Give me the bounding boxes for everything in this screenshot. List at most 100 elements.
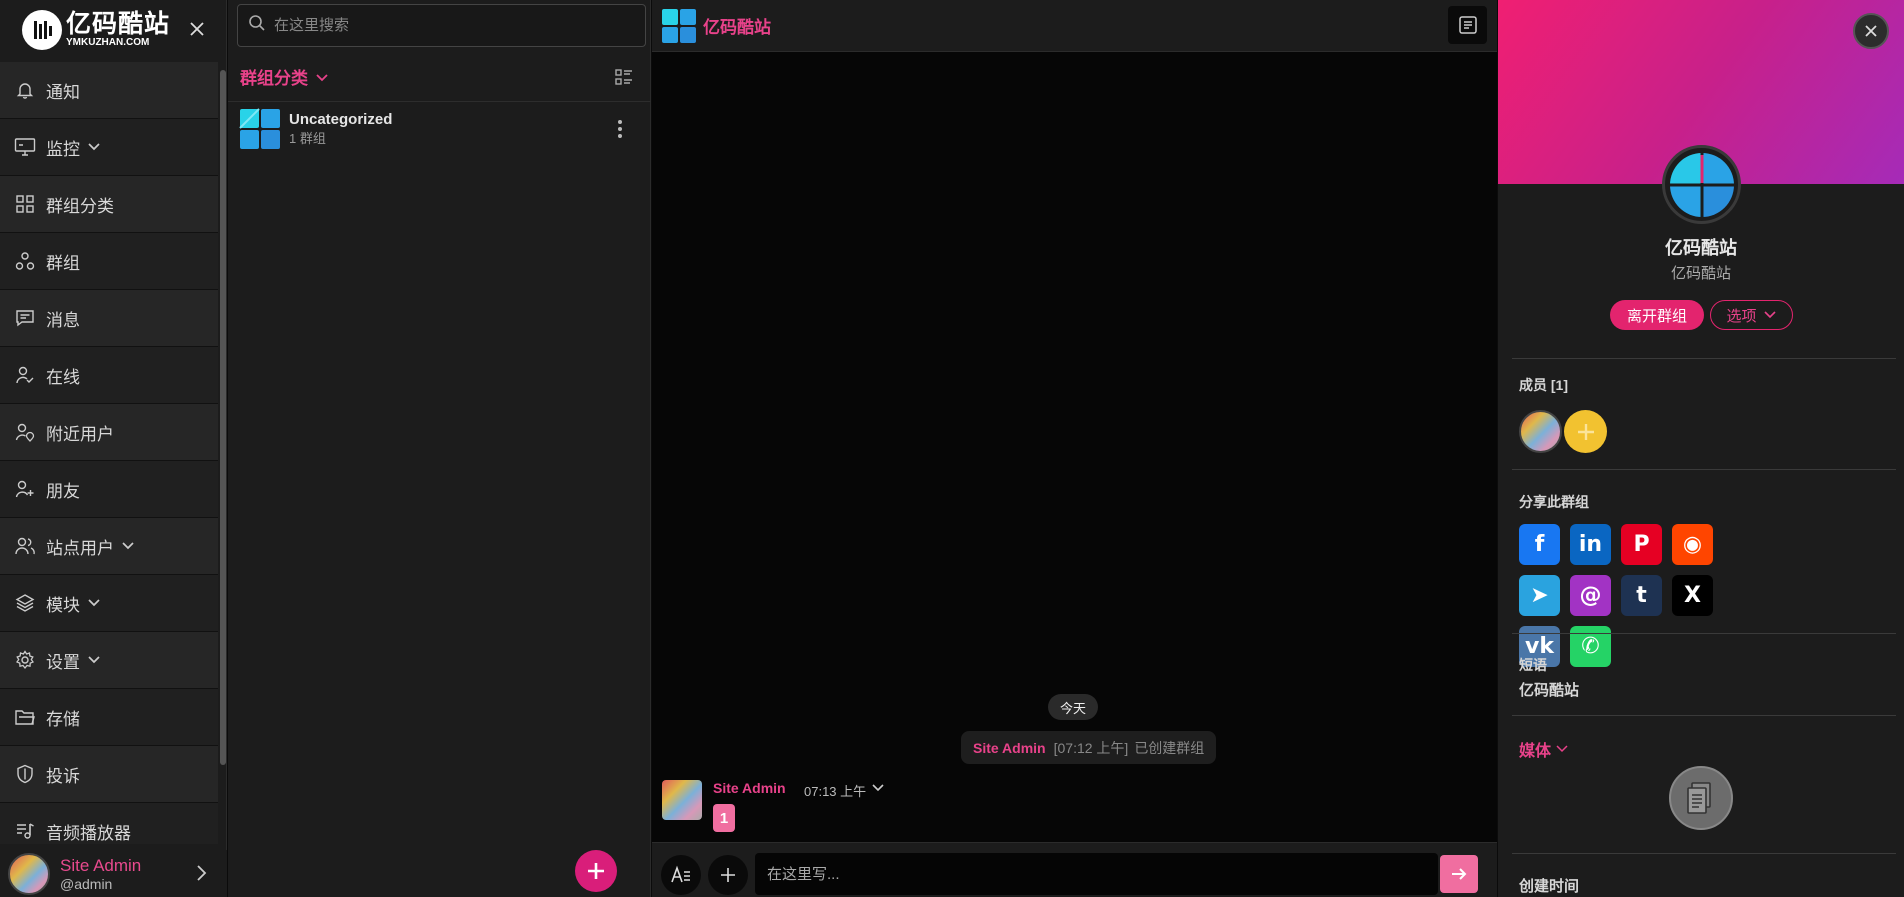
- notes-button[interactable]: [1448, 6, 1487, 44]
- pinterest-share-button[interactable]: P: [1621, 524, 1662, 565]
- chevron-down-icon: [1763, 308, 1777, 322]
- folder-icon: [14, 706, 36, 728]
- message-input[interactable]: [755, 853, 1438, 895]
- sidebar-item-label: 在线: [46, 367, 80, 387]
- sidebar-item-label: 消息: [46, 310, 80, 330]
- sidebar-item-label: 附近用户: [46, 424, 114, 444]
- sidebar-item-label: 模块: [46, 595, 80, 615]
- leave-group-button[interactable]: 离开群组: [1610, 300, 1704, 330]
- system-message-time: [07:12 上午]: [1053, 739, 1129, 756]
- avatar[interactable]: [1519, 410, 1562, 453]
- chevron-down-icon[interactable]: [86, 139, 102, 155]
- group-avatar[interactable]: [1662, 145, 1741, 224]
- sidebar-item-8[interactable]: 站点用户: [0, 518, 218, 575]
- threads-icon: @: [1579, 583, 1602, 608]
- sidebar-nav: 通知 监控 群组分类 群组消息在线附近用户朋友 站点用户模块设置 存储 投诉 音频播放器: [0, 62, 218, 844]
- chevron-down-icon[interactable]: [120, 538, 136, 554]
- arrow-right-icon: [1452, 868, 1467, 880]
- tumblr-icon: t: [1636, 583, 1647, 608]
- brand-logo[interactable]: 亿码酷站 YMKUZHAN.COM: [0, 0, 226, 60]
- avatar[interactable]: [662, 780, 702, 820]
- options-label: 选项: [1726, 307, 1757, 325]
- divider: [1512, 469, 1896, 470]
- triangle-nodes-icon: [14, 250, 36, 272]
- sidebar-item-3[interactable]: 群组: [0, 233, 218, 290]
- sidebar-item-5[interactable]: 在线: [0, 347, 218, 404]
- users-icon: [14, 535, 36, 557]
- chat-title[interactable]: 亿码酷站: [703, 13, 771, 38]
- sidebar-item-1[interactable]: 监控: [0, 119, 218, 176]
- chevron-down-icon[interactable]: [86, 652, 102, 668]
- divider: [1512, 633, 1896, 634]
- threads-share-button[interactable]: @: [1570, 575, 1611, 616]
- category-name: Uncategorized: [289, 111, 393, 128]
- attach-button[interactable]: [708, 855, 748, 895]
- facebook-share-button[interactable]: f: [1519, 524, 1560, 565]
- linkedin-share-button[interactable]: in: [1570, 524, 1611, 565]
- list-view-icon[interactable]: [614, 67, 634, 87]
- reddit-share-button[interactable]: ◉: [1672, 524, 1713, 565]
- sidebar: 亿码酷站 YMKUZHAN.COM 通知 监控 群组分类 群组消息在线附近用户朋友 站点…: [0, 0, 227, 897]
- search-input[interactable]: [274, 17, 634, 34]
- options-button[interactable]: 选项: [1710, 300, 1793, 330]
- member-list: [1519, 410, 1607, 453]
- close-button[interactable]: [1853, 13, 1889, 49]
- close-sidebar-icon[interactable]: [186, 18, 208, 40]
- plus-icon: [588, 863, 604, 879]
- share-title: 分享此群组: [1519, 494, 1589, 510]
- group-subtitle: 亿码酷站: [1670, 265, 1731, 282]
- monitor-icon: [14, 136, 36, 158]
- sidebar-item-6[interactable]: 附近用户: [0, 404, 218, 461]
- sidebar-item-2[interactable]: 群组分类: [0, 176, 218, 233]
- text-format-button[interactable]: [661, 855, 701, 895]
- chevron-right-icon[interactable]: [192, 864, 210, 882]
- media-title: 媒体: [1519, 743, 1552, 760]
- group-logo-icon: [1667, 150, 1736, 219]
- send-button[interactable]: [1440, 855, 1478, 893]
- reddit-icon: ◉: [1682, 532, 1703, 557]
- sidebar-item-0[interactable]: 通知: [0, 62, 218, 119]
- add-category-button[interactable]: [575, 850, 617, 892]
- category-dropdown[interactable]: 群组分类: [240, 64, 308, 89]
- system-message-user[interactable]: Site Admin: [973, 740, 1046, 756]
- avatar[interactable]: [8, 852, 50, 895]
- add-member-button[interactable]: [1564, 410, 1607, 453]
- category-count: 1 群组: [289, 131, 326, 146]
- telegram-share-button[interactable]: ➤: [1519, 575, 1560, 616]
- x-share-button[interactable]: X: [1672, 575, 1713, 616]
- system-message: Site Admin [07:12 上午] 已创建群组: [961, 731, 1217, 764]
- sidebar-item-9[interactable]: 模块: [0, 575, 218, 632]
- sidebar-item-7[interactable]: 朋友: [0, 461, 218, 518]
- user-handle: @admin: [60, 875, 113, 892]
- tumblr-share-button[interactable]: t: [1621, 575, 1662, 616]
- message-author[interactable]: Site Admin: [713, 780, 786, 796]
- sidebar-item-13[interactable]: 音频播放器: [0, 803, 218, 844]
- chevron-down-icon[interactable]: [314, 69, 330, 85]
- sidebar-scrollbar[interactable]: [218, 70, 227, 840]
- sidebar-item-11[interactable]: 存储: [0, 689, 218, 746]
- category-thumbnail-icon: [239, 108, 281, 150]
- bio-value: 亿码酷站: [1519, 682, 1580, 699]
- sidebar-item-12[interactable]: 投诉: [0, 746, 218, 803]
- media-toggle[interactable]: 媒体: [1519, 737, 1569, 761]
- more-vertical-icon[interactable]: [612, 117, 628, 141]
- x-icon: X: [1684, 583, 1701, 608]
- message-time: 07:13 上午: [804, 784, 867, 799]
- brand-name: 亿码酷站: [66, 10, 171, 38]
- current-user[interactable]: Site Admin @admin: [0, 850, 227, 897]
- search-box[interactable]: [237, 4, 646, 47]
- created-label: 创建时间: [1519, 878, 1580, 895]
- user-check-icon: [14, 364, 36, 386]
- sidebar-item-10[interactable]: 设置: [0, 632, 218, 689]
- category-header: 群组分类: [228, 52, 651, 102]
- plus-icon: [1577, 423, 1594, 440]
- group-logo-icon[interactable]: [661, 8, 697, 44]
- chevron-down-icon[interactable]: [86, 595, 102, 611]
- sidebar-item-4[interactable]: 消息: [0, 290, 218, 347]
- media-file[interactable]: [1669, 766, 1733, 830]
- chat-header: 亿码酷站: [652, 0, 1497, 52]
- list-item[interactable]: Uncategorized 1 群组: [228, 104, 651, 154]
- message-composer: [652, 842, 1497, 897]
- chevron-down-icon[interactable]: [870, 780, 886, 796]
- brand-domain: YMKUZHAN.COM: [66, 37, 150, 48]
